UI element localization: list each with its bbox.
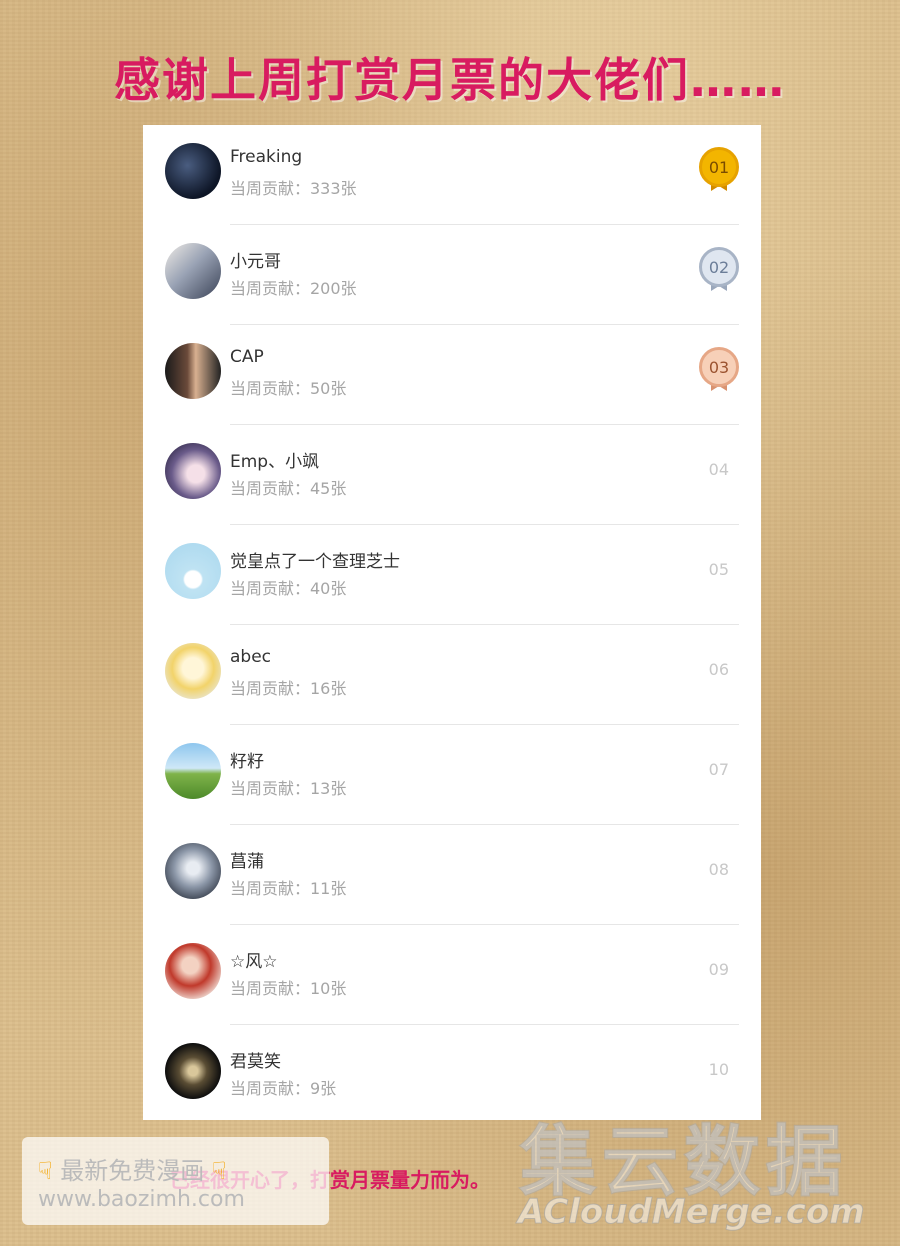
avatar: [165, 743, 221, 799]
watermark-text: 最新免费漫画: [60, 1157, 205, 1185]
gold-medal-icon: 01: [699, 147, 739, 193]
user-name: abec: [230, 647, 272, 667]
rank-number: 08: [708, 860, 729, 879]
rank-number: 03: [699, 347, 739, 387]
list-item[interactable]: ☆风☆ 当周贡献：10张 09: [143, 925, 761, 1025]
avatar: [165, 543, 221, 599]
rank-number: 06: [708, 660, 729, 679]
rank-number: 02: [699, 247, 739, 287]
silver-medal-icon: 02: [699, 247, 739, 293]
user-name: 籽籽: [230, 752, 264, 772]
rank-number: 05: [708, 560, 729, 579]
avatar: [165, 1043, 221, 1099]
contribution-text: 当周贡献：16张: [230, 679, 347, 698]
list-item[interactable]: 觉皇点了一个查理芝士 当周贡献：40张 05: [143, 525, 761, 625]
bronze-medal-icon: 03: [699, 347, 739, 393]
list-item[interactable]: 小元哥 当周贡献：200张 02: [143, 225, 761, 325]
pointing-hand-icon: ☟: [211, 1157, 227, 1185]
rank-number: 04: [708, 460, 729, 479]
contribution-text: 当周贡献：50张: [230, 379, 347, 398]
watermark-url: www.baozimh.com: [38, 1187, 245, 1212]
contribution-text: 当周贡献：13张: [230, 779, 347, 798]
avatar: [165, 443, 221, 499]
list-item[interactable]: Emp、小飒 当周贡献：45张 04: [143, 425, 761, 525]
list-item[interactable]: Freaking 当周贡献：333张 01: [143, 125, 761, 225]
contribution-text: 当周贡献：200张: [230, 279, 357, 298]
list-item[interactable]: CAP 当周贡献：50张 03: [143, 325, 761, 425]
user-name: 觉皇点了一个查理芝士: [230, 552, 400, 572]
rank-number: 10: [708, 1060, 729, 1079]
ranking-list: Freaking 当周贡献：333张 01 小元哥 当周贡献：200张 02 C…: [143, 125, 761, 1120]
contribution-text: 当周贡献：10张: [230, 979, 347, 998]
page-title: 感谢上周打赏月票的大佬们……: [114, 53, 786, 107]
contribution-text: 当周贡献：40张: [230, 579, 347, 598]
pointing-hand-icon: ☟: [38, 1157, 53, 1185]
list-item[interactable]: 籽籽 当周贡献：13张 07: [143, 725, 761, 825]
contribution-text: 当周贡献：45张: [230, 479, 347, 498]
avatar: [165, 143, 221, 199]
user-name: 君莫笑: [230, 1052, 281, 1072]
avatar: [165, 843, 221, 899]
avatar: [165, 643, 221, 699]
list-item[interactable]: abec 当周贡献：16张 06: [143, 625, 761, 725]
user-name: CAP: [230, 347, 264, 367]
rank-number: 01: [699, 147, 739, 187]
acloud-watermark-url: ACloudMerge.com: [518, 1192, 866, 1233]
avatar: [165, 243, 221, 299]
user-name: Freaking: [230, 147, 303, 167]
avatar: [165, 943, 221, 999]
user-name: ☆风☆: [230, 952, 278, 972]
baozimh-watermark: ☟ 最新免费漫画 ☟ www.baozimh.com: [22, 1137, 329, 1225]
avatar: [165, 343, 221, 399]
user-name: 小元哥: [230, 252, 281, 272]
contribution-text: 当周贡献：333张: [230, 179, 357, 198]
contribution-text: 当周贡献：11张: [230, 879, 347, 898]
rank-number: 07: [708, 760, 729, 779]
user-name: 菖蒲: [230, 852, 264, 872]
rank-number: 09: [708, 960, 729, 979]
list-item[interactable]: 菖蒲 当周贡献：11张 08: [143, 825, 761, 925]
contribution-text: 当周贡献：9张: [230, 1079, 337, 1098]
user-name: Emp、小飒: [230, 452, 320, 472]
